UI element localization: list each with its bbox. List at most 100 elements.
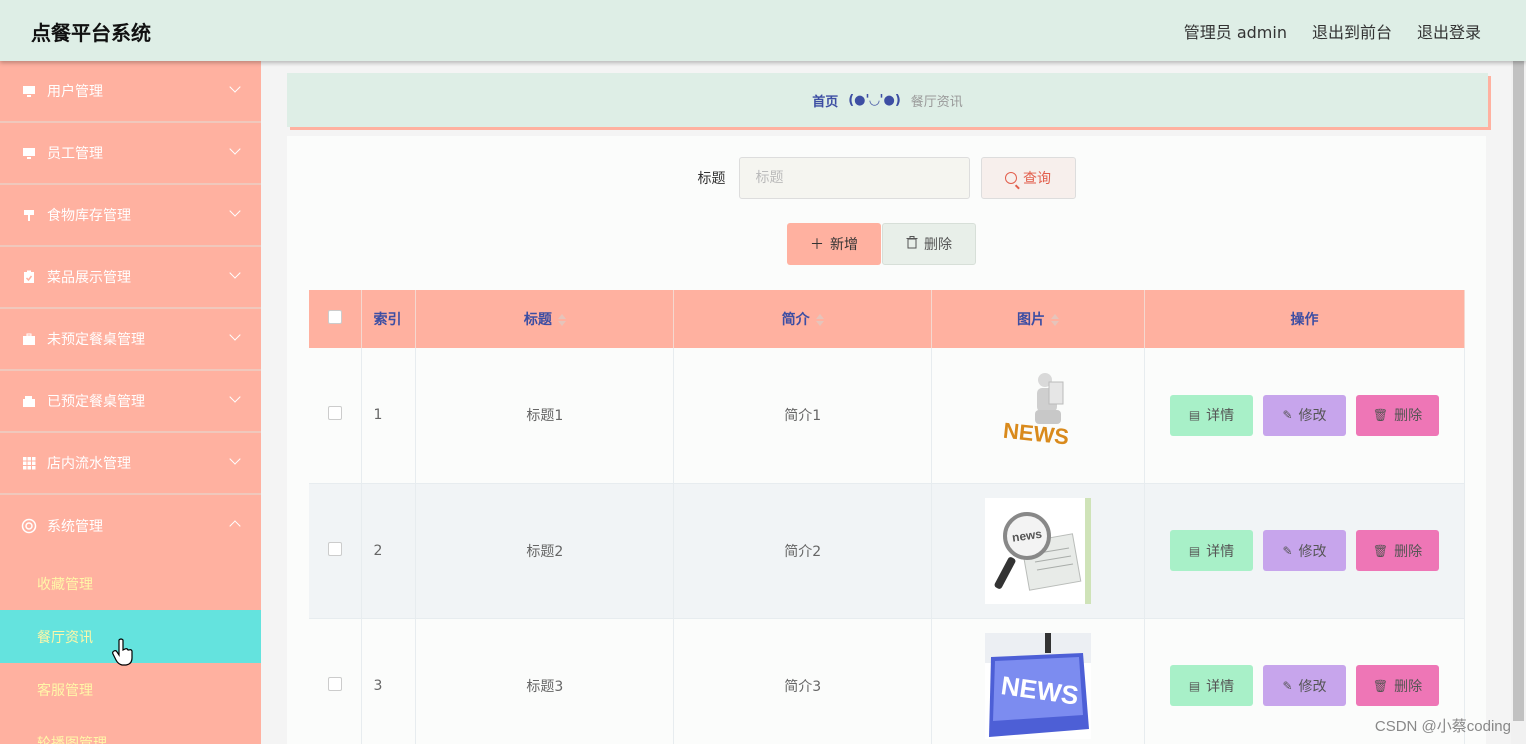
edit-label: 修改 bbox=[1298, 408, 1327, 425]
row-operations: ▤ 详情 ✎ 修改 🗑 删除 bbox=[1144, 483, 1465, 619]
row-checkbox[interactable] bbox=[328, 541, 343, 556]
top-header: 点餐平台系统 管理员 admin 退出到前台 退出登录 bbox=[0, 0, 1526, 61]
row-checkbox[interactable] bbox=[328, 676, 343, 691]
breadcrumb: 首页 (●'◡'●) 餐厅资讯 bbox=[287, 73, 1488, 127]
wallet-icon bbox=[21, 393, 37, 409]
row-picture-cell: NEWS bbox=[931, 348, 1146, 484]
sidebar-item-label: 已预定餐桌管理 bbox=[47, 394, 145, 410]
sidebar-item-label: 员工管理 bbox=[47, 146, 103, 162]
query-button-label: 查询 bbox=[1023, 171, 1051, 187]
delete-button[interactable]: 🗑 删除 bbox=[1356, 530, 1439, 571]
document-icon: ▤ bbox=[1188, 408, 1201, 423]
header-intro-label: 简介 bbox=[781, 312, 810, 328]
sidebar-subitem-favorites[interactable]: 收藏管理 bbox=[0, 557, 261, 610]
add-button[interactable]: ＋ 新增 bbox=[787, 223, 881, 265]
scrollbar-thumb[interactable] bbox=[1513, 61, 1524, 721]
sidebar-item-food-stock[interactable]: 食物库存管理 bbox=[0, 185, 261, 247]
breadcrumb-current: 餐厅资讯 bbox=[910, 94, 963, 110]
trash-icon: 🗑 bbox=[1372, 408, 1389, 423]
header-picture[interactable]: 图片 bbox=[931, 290, 1146, 348]
sidebar-item-booked-tables[interactable]: 已预定餐桌管理 bbox=[0, 371, 261, 433]
sidebar-subitem-customer-service[interactable]: 客服管理 bbox=[0, 663, 261, 716]
briefcase-icon bbox=[21, 331, 37, 347]
sidebar-item-label: 菜品展示管理 bbox=[47, 270, 131, 286]
breadcrumb-separator: (●'◡'●) bbox=[848, 92, 901, 108]
news-key-image: NEWS bbox=[985, 632, 1092, 739]
header-picture-label: 图片 bbox=[1017, 312, 1046, 328]
row-checkbox[interactable] bbox=[328, 406, 343, 421]
row-picture-cell: news bbox=[931, 483, 1146, 619]
detail-button[interactable]: ▤ 详情 bbox=[1170, 394, 1253, 436]
row-index: 3 bbox=[361, 618, 417, 744]
lifebuoy-icon bbox=[21, 518, 37, 534]
breadcrumb-home[interactable]: 首页 bbox=[812, 91, 838, 110]
document-icon: ▤ bbox=[1188, 543, 1201, 558]
sidebar-item-unbooked-tables[interactable]: 未预定餐桌管理 bbox=[0, 309, 261, 371]
plus-icon: ＋ bbox=[810, 237, 824, 253]
select-all-cell bbox=[309, 290, 363, 348]
search-label: 标题 bbox=[697, 171, 726, 187]
row-index: 1 bbox=[361, 348, 417, 484]
sort-icon[interactable] bbox=[1051, 314, 1060, 326]
action-row: ＋ 新增 删除 bbox=[787, 223, 976, 265]
hand-cursor-icon bbox=[112, 638, 133, 666]
batch-delete-button[interactable]: 删除 bbox=[882, 223, 976, 265]
table-header-row: 索引 标题 简介 图片 操作 bbox=[309, 290, 1465, 348]
detail-button[interactable]: ▤ 详情 bbox=[1170, 665, 1253, 706]
row-title: 标题1 bbox=[415, 348, 675, 484]
chevron-down-icon bbox=[229, 143, 241, 155]
header-title-label: 标题 bbox=[523, 312, 552, 328]
sidebar-item-user-management[interactable]: 用户管理 bbox=[0, 61, 261, 123]
delete-button[interactable]: 🗑 删除 bbox=[1356, 394, 1439, 436]
detail-button[interactable]: ▤ 详情 bbox=[1170, 530, 1253, 571]
edit-button[interactable]: ✎ 修改 bbox=[1263, 394, 1346, 436]
row-operations: ▤ 详情 ✎ 修改 🗑 删除 bbox=[1144, 348, 1465, 484]
monitor-icon bbox=[21, 145, 37, 161]
sort-icon[interactable] bbox=[815, 314, 824, 326]
sidebar-item-store-flow[interactable]: 店内流水管理 bbox=[0, 433, 261, 495]
sidebar-item-staff-management[interactable]: 员工管理 bbox=[0, 123, 261, 185]
page-scrollbar[interactable] bbox=[1511, 61, 1526, 744]
sort-icon[interactable] bbox=[557, 314, 566, 326]
delete-button[interactable]: 🗑 删除 bbox=[1356, 665, 1439, 706]
table-row: 2 标题2 简介2 news ▤ 详情 ✎ 修改 🗑 删除 bbox=[309, 483, 1465, 619]
search-row: 标题 查询 bbox=[287, 156, 1486, 200]
chevron-down-icon bbox=[229, 391, 241, 403]
chevron-down-icon bbox=[229, 81, 241, 93]
header-intro[interactable]: 简介 bbox=[673, 290, 933, 348]
news-table: 索引 标题 简介 图片 操作 1 标题1 简介1 NEWS ▤ 详情 ✎ 修改 … bbox=[309, 290, 1465, 744]
sidebar-item-dish-display[interactable]: 菜品展示管理 bbox=[0, 247, 261, 309]
row-intro: 简介1 bbox=[673, 348, 933, 484]
query-button[interactable]: 查询 bbox=[980, 157, 1076, 199]
search-input[interactable] bbox=[738, 157, 970, 199]
sidebar-subitem-carousel[interactable]: 轮播图管理 bbox=[0, 716, 261, 744]
signpost-icon bbox=[21, 207, 37, 223]
table-row: 3 标题3 简介3 NEWS ▤ 详情 ✎ 修改 🗑 删除 bbox=[309, 618, 1465, 744]
document-icon: ▤ bbox=[1188, 678, 1201, 693]
header-operations: 操作 bbox=[1144, 290, 1465, 348]
logout-link[interactable]: 退出登录 bbox=[1417, 19, 1481, 43]
search-icon bbox=[1005, 172, 1017, 184]
header-title[interactable]: 标题 bbox=[415, 290, 675, 348]
sidebar-item-label: 系统管理 bbox=[47, 519, 103, 535]
delete-label: 删除 bbox=[1394, 543, 1423, 560]
edit-button[interactable]: ✎ 修改 bbox=[1263, 530, 1346, 571]
header-actions: 管理员 admin 退出到前台 退出登录 bbox=[1184, 19, 1481, 43]
grid-icon bbox=[21, 455, 37, 471]
exit-to-front-link[interactable]: 退出到前台 bbox=[1312, 19, 1392, 43]
chevron-down-icon bbox=[229, 267, 241, 279]
sidebar-item-system-management[interactable]: 系统管理 bbox=[0, 495, 261, 557]
chevron-down-icon bbox=[229, 329, 241, 341]
trash-icon: 🗑 bbox=[1372, 678, 1389, 693]
content-panel: 标题 查询 ＋ 新增 删除 索引 bbox=[287, 136, 1486, 744]
select-all-checkbox[interactable] bbox=[328, 310, 343, 324]
detail-label: 详情 bbox=[1206, 408, 1235, 425]
sidebar-item-label: 未预定餐桌管理 bbox=[47, 332, 145, 348]
edit-button[interactable]: ✎ 修改 bbox=[1263, 665, 1346, 706]
pencil-icon: ✎ bbox=[1282, 543, 1293, 558]
current-user-label[interactable]: 管理员 admin bbox=[1184, 19, 1287, 43]
trash-icon: 🗑 bbox=[1372, 543, 1389, 558]
row-intro: 简介2 bbox=[673, 483, 933, 619]
header-index: 索引 bbox=[361, 290, 417, 348]
news-figure-image: NEWS bbox=[985, 362, 1092, 469]
